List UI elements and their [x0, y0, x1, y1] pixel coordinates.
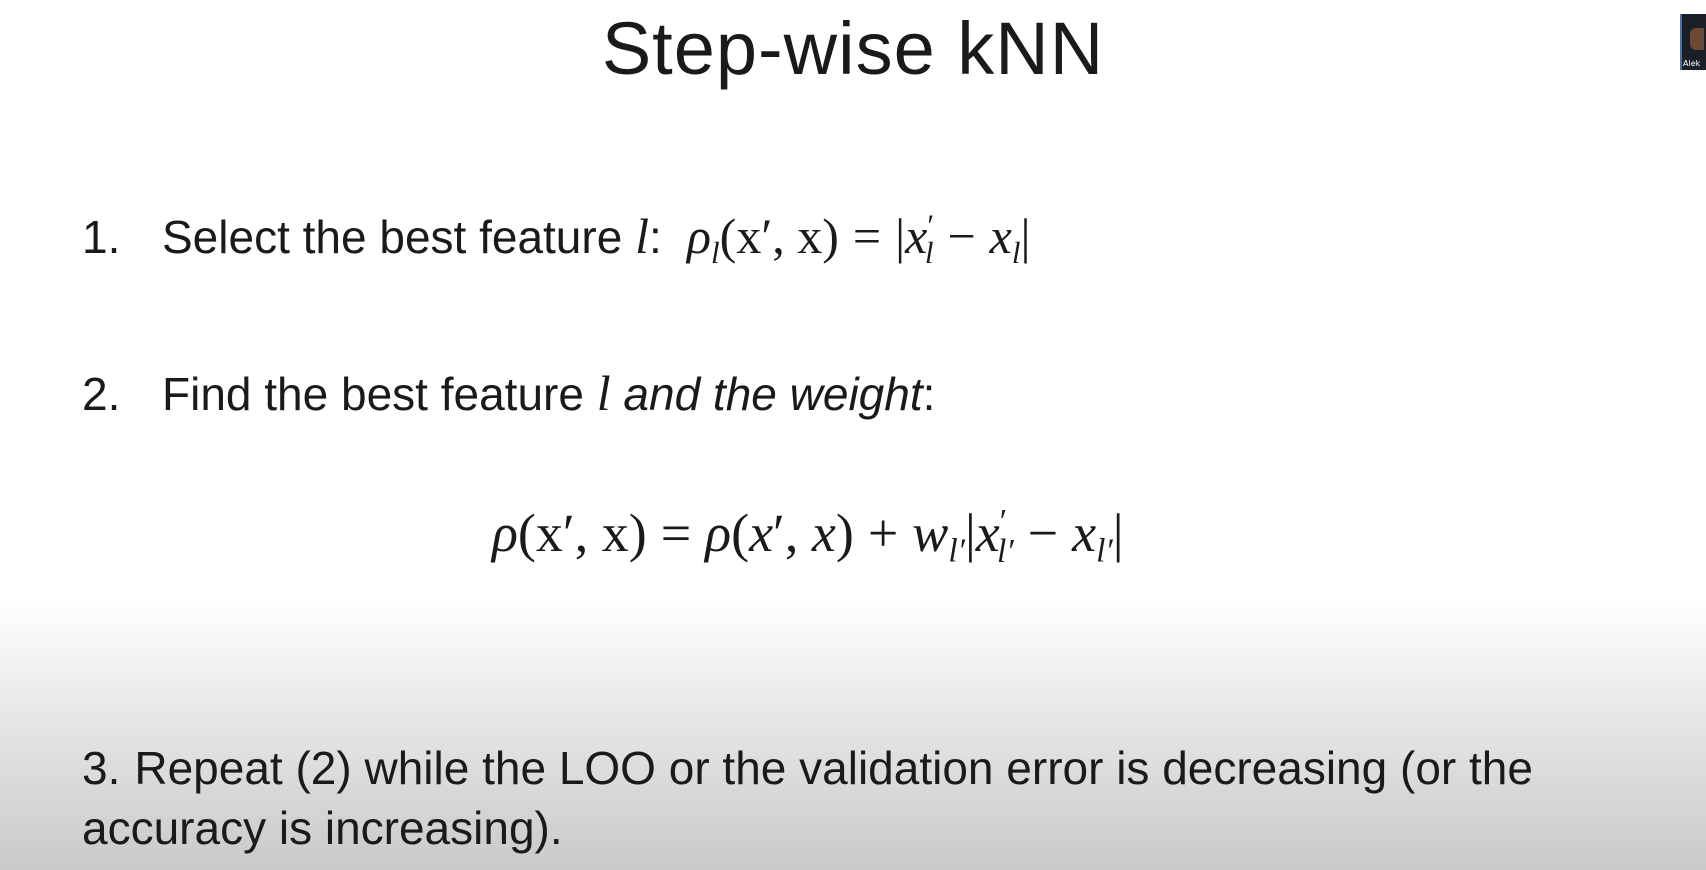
- step-3: 3. Repeat (2) while the LOO or the valida…: [82, 738, 1682, 858]
- step-1-text: Select the best feature: [162, 211, 636, 263]
- step-1: 1. Select the best feature l: ρl(x′, x) = |…: [82, 207, 1031, 270]
- step-3-text: Repeat (2) while the LOO or the validati…: [82, 742, 1533, 854]
- step-2-colon: :: [922, 368, 936, 420]
- presenter-video-thumbnail[interactable]: Alek: [1680, 14, 1706, 70]
- step-2-text: Find the best feature: [162, 368, 597, 420]
- slide: Step-wise kNN 1. Select the best feature …: [0, 0, 1706, 870]
- step-2-italic-text: and the weight: [610, 368, 923, 420]
- step-2: 2. Find the best feature l and the weight…: [82, 364, 935, 422]
- slide-title: Step-wise kNN: [601, 7, 1105, 90]
- step-2-number: 2.: [82, 368, 121, 420]
- presenter-avatar: [1690, 28, 1704, 50]
- step-1-formula: ρl(x′, x) = |x′l − xl|: [687, 207, 1031, 270]
- step-3-number: 3.: [82, 742, 121, 794]
- step-1-number: 1.: [82, 211, 121, 263]
- step-2-variable: l: [596, 365, 611, 421]
- step-1-variable: l: [635, 208, 649, 264]
- presenter-name-label: Alek: [1683, 59, 1701, 68]
- step-1-colon: :: [648, 211, 662, 263]
- weighted-distance-formula: ρ(x′, x) = ρ(x′, x) + wl′|x′l′ − xl′|: [492, 503, 1124, 570]
